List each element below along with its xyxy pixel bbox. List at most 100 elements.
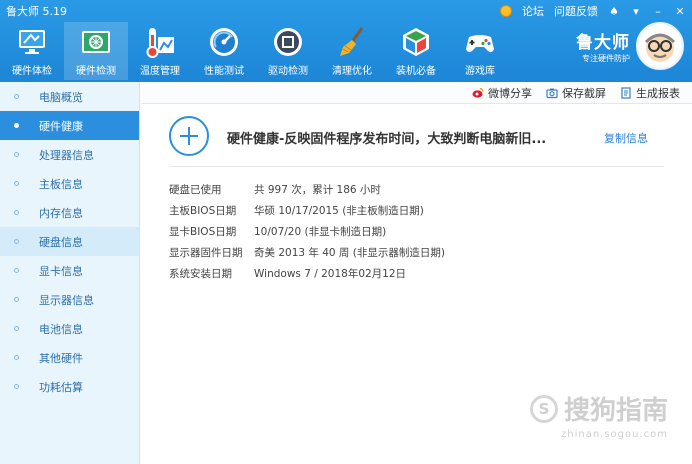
cube-box-icon [403,28,429,56]
tool-install[interactable]: 装机必备 [384,22,448,80]
brand-area: 鲁大师 专注硬件防护 [576,22,684,70]
watermark-url: zhinan.sogou.com [560,429,668,440]
circuit-board-icon [82,31,110,53]
bullet-icon [14,152,19,157]
sidebar-item-label: 功耗估算 [39,380,83,394]
sidebar-item-label: 硬盘信息 [39,235,83,249]
info-value: 奇美 2013 年 40 周 (非显示器制造日期) [254,247,445,259]
sidebar-item-label: 其他硬件 [39,351,83,365]
weibo-icon [472,87,484,98]
info-value: 10/07/20 (非显卡制造日期) [254,226,387,238]
tool-label: 硬件检测 [76,66,116,77]
sidebar-item-disk[interactable]: 硬盘信息 [0,227,139,256]
main-content: 硬件健康-反映固件程序发布时间，大致判断电脑新旧... 复制信息 硬盘已使用 共 … [141,104,692,464]
watermark: S 搜狗指南 zhinan.sogou.com [529,390,668,440]
tool-clean[interactable]: 清理优化 [320,22,384,80]
tool-driver[interactable]: 驱动检测 [256,22,320,80]
bullet-icon [14,355,19,360]
watermark-text: 搜狗指南 [563,396,668,426]
sidebar-item-label: 处理器信息 [39,148,94,162]
tool-label: 性能测试 [204,66,244,77]
sidebar-item-motherboard[interactable]: 主板信息 [0,169,139,198]
info-row: 主板BIOS日期 华硕 10/17/2015 (非主板制造日期) [169,203,445,224]
copy-info-link[interactable]: 复制信息 [604,130,648,146]
generate-report-label: 生成报表 [636,86,680,100]
tool-label: 清理优化 [332,66,372,77]
bullet-icon [14,326,19,331]
sidebar-item-label: 主板信息 [39,177,83,191]
tool-hardware-checkup[interactable]: 硬件体检 [0,22,64,80]
gamepad-icon [466,35,494,53]
mascot-avatar[interactable] [636,22,684,70]
tool-label: 驱动检测 [268,66,308,77]
sidebar-item-label: 电脑概览 [39,90,83,104]
weibo-share-button[interactable]: 微博分享 [472,85,532,101]
sidebar-item-gpu[interactable]: 显卡信息 [0,256,139,285]
section-header: 硬件健康-反映固件程序发布时间，大致判断电脑新旧... 复制信息 [169,116,664,167]
speedometer-icon [210,28,238,56]
title-bar: 鲁大师 5.19 论坛 问题反馈 ♠ ▾ – ✕ 硬件体检 硬件检测 温度管理 … [0,0,692,82]
skin-icon[interactable]: ♠ [608,5,620,18]
weibo-share-label: 微博分享 [488,86,532,100]
sidebar-item-label: 电池信息 [39,322,83,336]
action-bar: 微博分享 保存截屏 生成报表 [141,82,692,104]
sidebar-item-monitor[interactable]: 显示器信息 [0,285,139,314]
info-key: 显卡BIOS日期 [169,226,237,238]
info-key: 主板BIOS日期 [169,205,237,217]
sidebar-item-label: 硬件健康 [39,119,83,133]
info-key: 显示器固件日期 [169,247,243,259]
tool-label: 温度管理 [140,66,180,77]
app-title: 鲁大师 5.19 [6,5,67,18]
info-row: 硬盘已使用 共 997 次，累计 186 小时 [169,182,445,203]
sidebar-item-health[interactable]: 硬件健康 [0,111,139,140]
feedback-link[interactable]: 问题反馈 [554,3,598,19]
monitor-icon [19,30,45,54]
sidebar-item-other[interactable]: 其他硬件 [0,343,139,372]
mascot-face-icon [644,33,676,62]
driver-chip-icon [274,28,302,56]
bullet-icon [14,268,19,273]
save-screenshot-label: 保存截屏 [562,86,606,100]
info-table: 硬盘已使用 共 997 次，累计 186 小时 主板BIOS日期 华硕 10/17/… [169,182,445,287]
window-controls: 论坛 问题反馈 ♠ ▾ – ✕ [500,3,686,19]
bullet-icon [14,181,19,186]
sidebar-item-battery[interactable]: 电池信息 [0,314,139,343]
sidebar-item-label: 显卡信息 [39,264,83,278]
info-value: Windows 7 / 2018年02月12日 [254,268,407,280]
info-row: 系统安装日期 Windows 7 / 2018年02月12日 [169,266,445,287]
thermometer-icon [146,28,174,58]
info-key: 硬盘已使用 [169,184,222,196]
info-value: 华硕 10/17/2015 (非主板制造日期) [254,205,424,217]
bullet-icon [14,94,19,99]
plus-icon [169,116,209,156]
tool-label: 硬件体检 [12,66,52,77]
tool-performance[interactable]: 性能测试 [192,22,256,80]
forum-link[interactable]: 论坛 [522,3,544,19]
generate-report-button[interactable]: 生成报表 [620,85,680,101]
bullet-icon [14,210,19,215]
tool-temperature[interactable]: 温度管理 [128,22,192,80]
broom-icon [340,27,364,56]
sidebar-item-label: 内存信息 [39,206,83,220]
sidebar-item-memory[interactable]: 内存信息 [0,198,139,227]
coin-icon[interactable] [500,5,512,17]
report-icon [621,86,631,99]
main-toolbar: 硬件体检 硬件检测 温度管理 性能测试 驱动检测 清理优化 装机必备 游戏库 [0,22,512,80]
tool-games[interactable]: 游戏库 [448,22,512,80]
info-value: 共 997 次，累计 186 小时 [254,184,381,196]
brand-name: 鲁大师 [576,33,630,53]
sidebar-item-cpu[interactable]: 处理器信息 [0,140,139,169]
tool-label: 游戏库 [465,66,495,77]
page-title: 硬件健康-反映固件程序发布时间，大致判断电脑新旧... [227,132,547,147]
camera-icon [546,88,558,98]
sidebar-item-overview[interactable]: 电脑概览 [0,82,139,111]
info-row: 显示器固件日期 奇美 2013 年 40 周 (非显示器制造日期) [169,245,445,266]
brand-slogan: 专注硬件防护 [582,54,630,63]
sidebar-item-power[interactable]: 功耗估算 [0,372,139,401]
bullet-icon [14,123,19,128]
save-screenshot-button[interactable]: 保存截屏 [546,85,606,101]
tool-hardware-detect[interactable]: 硬件检测 [64,22,128,80]
close-icon[interactable]: ✕ [674,5,686,18]
menu-icon[interactable]: ▾ [630,5,642,18]
minimize-icon[interactable]: – [652,5,664,18]
